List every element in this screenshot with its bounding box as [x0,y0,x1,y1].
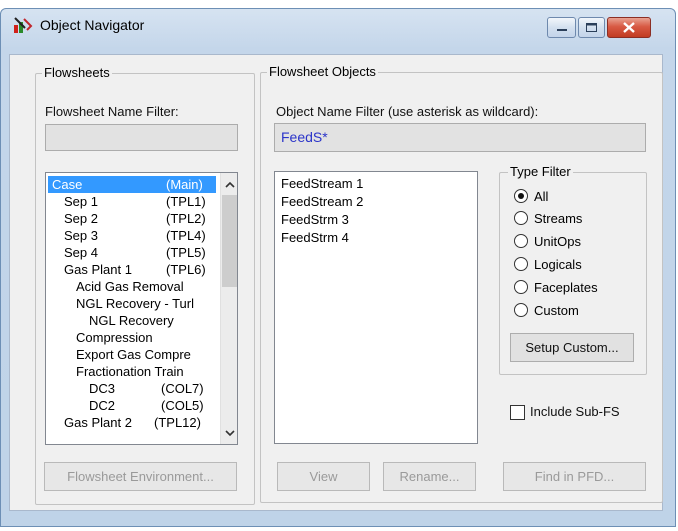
tree-item-label: Sep 1 [64,194,98,209]
tree-item-label: Acid Gas Removal [76,279,184,294]
radio-all[interactable] [514,189,528,203]
type-filter-faceplates[interactable]: Faceplates [514,277,598,297]
scroll-thumb[interactable] [222,195,237,287]
type-filter-unitops[interactable]: UnitOps [514,231,581,251]
maximize-button[interactable] [578,17,605,38]
chevron-up-icon [224,181,235,188]
tree-item-gas-plant-2[interactable]: Gas Plant 2 (TPL12) [48,414,216,431]
tree-item-tag: (TPL1) [166,194,206,209]
radio-label: Faceplates [534,279,598,295]
flowsheet-name-filter-input[interactable] [45,124,238,151]
minimize-button[interactable] [547,17,576,38]
object-item[interactable]: FeedStream 1 [281,175,363,193]
type-filter-custom[interactable]: Custom [514,300,579,320]
tree-item-acid-gas-removal[interactable]: Acid Gas Removal [48,278,216,295]
radio-label: Logicals [534,256,582,272]
flowsheets-group-label: Flowsheets [42,65,112,80]
radio-custom[interactable] [514,303,528,317]
type-filter-label: Type Filter [508,164,573,179]
close-icon [623,22,635,33]
tree-item-label: Sep 3 [64,228,98,243]
tree-item-label: Fractionation Train [76,364,184,379]
type-filter-streams[interactable]: Streams [514,208,582,228]
radio-logicals[interactable] [514,257,528,271]
tree-item-case[interactable]: Case (Main) [48,176,216,193]
type-filter-all[interactable]: All [514,186,548,206]
object-item[interactable]: FeedStrm 4 [281,229,349,247]
include-sub-fs-label: Include Sub-FS [530,404,620,419]
radio-faceplates[interactable] [514,280,528,294]
maximize-icon [586,23,597,32]
tree-item-label: NGL Recovery [89,313,174,328]
minimize-icon [556,28,567,31]
tree-item-tag: (TPL12) [154,415,201,430]
radio-streams[interactable] [514,211,528,225]
app-icon [14,17,33,33]
flowsheet-objects-group-label: Flowsheet Objects [267,64,378,79]
title-bar[interactable]: Object Navigator [1,9,675,39]
scroll-down-button[interactable] [221,424,237,442]
tree-item-label: Sep 2 [64,211,98,226]
scroll-up-button[interactable] [221,175,237,193]
close-button[interactable] [607,17,651,38]
tree-item-export-gas-compression[interactable]: Export Gas Compre [48,346,216,363]
tree-item-dc3[interactable]: DC3 (COL7) [48,380,216,397]
tree-item-sep-1[interactable]: Sep 1 (TPL1) [48,193,216,210]
tree-item-tag: (TPL4) [166,228,206,243]
radio-unitops[interactable] [514,234,528,248]
object-item[interactable]: FeedStrm 3 [281,211,349,229]
tree-item-tag: (TPL2) [166,211,206,226]
tree-item-label: Gas Plant 1 [64,262,132,277]
tree-item-sep-4[interactable]: Sep 4 (TPL5) [48,244,216,261]
view-button[interactable]: View [277,462,370,491]
include-sub-fs-checkbox[interactable] [510,405,525,420]
radio-label: All [534,188,549,204]
object-name-filter-input[interactable]: FeedS* [274,123,646,152]
tree-item-label: Gas Plant 2 [64,415,132,430]
tree-item-sep-3[interactable]: Sep 3 (TPL4) [48,227,216,244]
tree-item-label: DC2 [89,398,116,413]
tree-item-ngl-recovery-turb[interactable]: NGL Recovery - Turl [48,295,216,312]
radio-label: Custom [534,302,579,318]
tree-item-label: Case [52,177,83,192]
tree-item-label: Compression [76,330,153,345]
window-title: Object Navigator [40,17,145,33]
tree-item-label: DC3 [89,381,116,396]
flowsheet-tree[interactable]: Case (Main) Sep 1 (TPL1) Sep 2 (TPL2) Se… [45,172,238,445]
tree-item-tag: (COL5) [161,398,204,413]
tree-item-tag: (TPL6) [166,262,206,277]
tree-scrollbar[interactable] [220,173,237,444]
radio-label: Streams [534,210,583,226]
tree-item-label: NGL Recovery - Turl [76,296,194,311]
tree-item-sep-2[interactable]: Sep 2 (TPL2) [48,210,216,227]
flowsheet-environment-button[interactable]: Flowsheet Environment... [44,462,237,491]
tree-item-fractionation-train[interactable]: Fractionation Train [48,363,216,380]
setup-custom-button[interactable]: Setup Custom... [510,333,634,362]
radio-label: UnitOps [534,233,581,249]
tree-item-compression[interactable]: Compression [48,329,216,346]
object-item[interactable]: FeedStream 2 [281,193,363,211]
type-filter-logicals[interactable]: Logicals [514,254,582,274]
rename-button[interactable]: Rename... [383,462,476,491]
flowsheet-name-filter-label: Flowsheet Name Filter: [45,104,179,119]
tree-item-dc2[interactable]: DC2 (COL5) [48,397,216,414]
tree-item-ngl-recovery[interactable]: NGL Recovery [48,312,216,329]
object-name-filter-label: Object Name Filter (use asterisk as wild… [276,104,539,119]
find-in-pfd-button[interactable]: Find in PFD... [503,462,646,491]
tree-item-tag: (COL7) [161,381,204,396]
tree-item-tag: (TPL5) [166,245,206,260]
tree-item-gas-plant-1[interactable]: Gas Plant 1 (TPL6) [48,261,216,278]
tree-item-label: Export Gas Compre [76,347,191,362]
chevron-down-icon [224,429,235,436]
tree-item-label: Sep 4 [64,245,98,260]
tree-item-tag: (Main) [166,177,203,192]
